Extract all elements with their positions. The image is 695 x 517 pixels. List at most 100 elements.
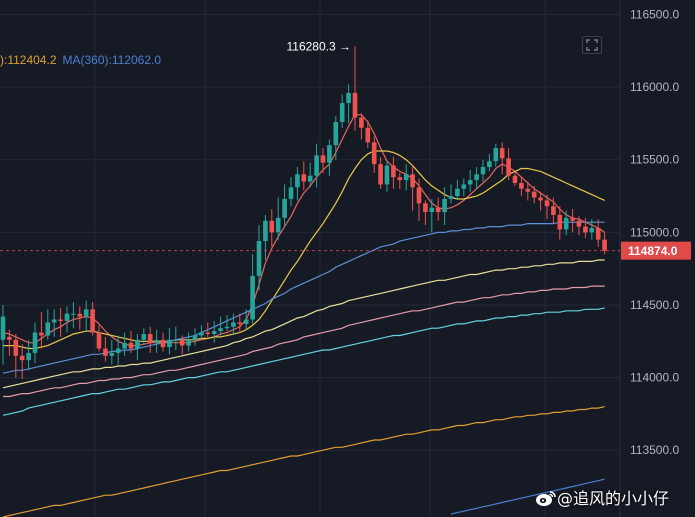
ma-legend-a: ):112404.2 [0,53,57,67]
candle-body [327,145,332,163]
candle-body [13,339,19,356]
candle [58,307,63,337]
candle-body [45,322,51,336]
candle-body [416,187,422,204]
candle-body [474,174,479,181]
candle [103,336,108,362]
candle [339,94,345,128]
candle-body [199,332,204,336]
candle-body [231,322,236,327]
expand-icon[interactable] [582,36,602,54]
candle-body [423,203,428,213]
candle-body [263,220,268,242]
candle-body [115,348,121,353]
candle-body [519,182,524,189]
candle [397,172,403,189]
candle-body [570,217,575,221]
candle-body [602,239,607,251]
candle-body [109,352,115,356]
candle-body [167,339,172,348]
candle [192,328,198,346]
candle [154,329,159,353]
candle [435,197,441,221]
candle [282,184,287,227]
candle-body [487,161,492,168]
candle [224,315,230,332]
candle-body [179,339,185,346]
candle-body [429,207,435,213]
candle [186,332,191,352]
candle [487,153,492,172]
candle-body [455,188,460,197]
candle-body [32,332,38,353]
candle-body [243,319,249,324]
candle-body [493,148,499,162]
candle-body [26,352,31,361]
candle-body [512,175,518,183]
candle [135,334,140,361]
candle-body [538,197,543,201]
candle-body [211,331,217,335]
candle [314,143,319,188]
candle-body [467,180,473,185]
candle-body [301,174,307,182]
candle-body [147,334,153,343]
candle-body [551,206,556,215]
watermark-text: @追风的小小仔 [557,489,670,508]
candle [563,210,569,236]
candle-body [186,339,191,346]
candle-body [499,148,505,159]
candle [218,316,223,336]
candle-body [320,155,326,163]
candle-body [378,164,383,185]
moving-average-legend: ):112404.2 MA(360):112062.0 [0,53,167,67]
candle-body [39,332,44,336]
candle-body [531,191,537,198]
candle-body [295,174,300,188]
candle [295,167,300,201]
candle-body [237,322,243,324]
ma-line [3,285,605,398]
candle [167,328,172,355]
y-tick-label: 116500.0 [630,8,679,22]
candle-body [122,342,127,349]
ma-legend-b: MA(360):112062.0 [62,53,162,67]
candle-body [250,275,255,320]
candle [45,309,51,340]
candle-body [282,198,287,218]
candle-body [90,309,95,333]
candle-body [583,226,588,233]
candle [173,326,179,350]
candle [493,143,499,168]
candle-body [595,228,601,240]
candle-body [410,174,415,188]
candle-body [371,142,377,165]
candle [371,136,377,173]
candle-body [64,313,70,321]
candle-body [103,348,108,356]
candle [211,320,217,343]
candle-body [275,217,281,233]
candle-body [525,188,531,192]
candle [147,326,153,353]
high-annotation: 116280.3 → [287,39,352,53]
candle-body [128,342,134,349]
weibo-logo-icon [536,491,556,506]
candle [499,142,505,175]
candle-body [307,175,313,182]
candle-body [77,313,83,317]
candle [506,148,511,181]
candle-body [480,167,486,175]
current-price-label: 114874.0 [628,244,678,258]
y-tick-label: 116000.0 [630,80,679,94]
candle-body [403,174,409,181]
candle [19,344,25,380]
candle-body [256,241,262,276]
candle-body [154,339,159,343]
candle-body [506,158,511,176]
candle-body [448,196,454,199]
candle [461,178,467,197]
candle [263,214,268,260]
price-chart[interactable]: 113500.0 114000.0 114500.0 115000.0 115500.0… [0,0,695,517]
candle-body [71,313,76,315]
